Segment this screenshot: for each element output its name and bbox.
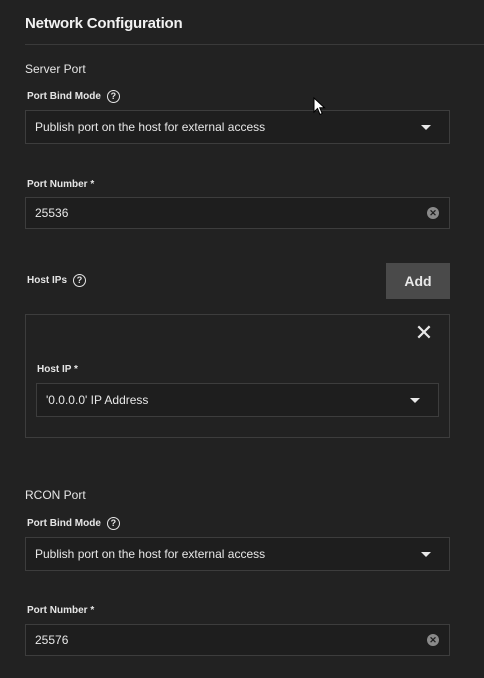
bind-mode-label-text: Port Bind Mode	[27, 518, 101, 529]
server-port-bind-mode-select[interactable]: Publish port on the host for external ac…	[25, 110, 450, 144]
host-ip-select[interactable]: '0.0.0.0' IP Address	[36, 383, 439, 417]
title-divider	[25, 44, 484, 45]
clear-icon[interactable]: ✕	[427, 634, 439, 646]
clear-icon[interactable]: ✕	[427, 207, 439, 219]
server-port-bind-mode-label: Port Bind Mode ?	[27, 90, 120, 103]
port-number-value: 25576	[35, 633, 69, 647]
bind-mode-selected-value: Publish port on the host for external ac…	[35, 547, 266, 561]
host-ip-selected-value: '0.0.0.0' IP Address	[46, 393, 149, 407]
chevron-down-icon	[410, 398, 420, 403]
port-number-value: 25536	[35, 206, 69, 220]
help-icon[interactable]: ?	[106, 517, 120, 530]
rcon-port-number-input[interactable]: 25576 ✕	[25, 624, 450, 656]
server-port-number-label: Port Number *	[27, 179, 95, 190]
rcon-port-number-label: Port Number *	[27, 605, 95, 616]
help-icon[interactable]: ?	[106, 90, 120, 103]
rcon-port-section-label: RCON Port	[25, 488, 86, 502]
help-icon[interactable]: ?	[73, 274, 87, 287]
close-icon[interactable]: ✕	[414, 322, 434, 344]
server-port-number-input[interactable]: 25536 ✕	[25, 197, 450, 229]
server-port-section-label: Server Port	[25, 62, 86, 76]
add-host-ip-button[interactable]: Add	[386, 263, 450, 299]
bind-mode-selected-value: Publish port on the host for external ac…	[35, 120, 266, 134]
rcon-port-bind-mode-select[interactable]: Publish port on the host for external ac…	[25, 537, 450, 571]
mouse-pointer-icon	[313, 97, 326, 116]
chevron-down-icon	[421, 125, 431, 130]
page-title: Network Configuration	[25, 15, 183, 32]
host-ips-label-text: Host IPs	[27, 275, 68, 286]
chevron-down-icon	[421, 552, 431, 557]
host-ip-label: Host IP *	[37, 364, 78, 375]
host-ips-label: Host IPs ?	[27, 274, 87, 287]
bind-mode-label-text: Port Bind Mode	[27, 91, 101, 102]
rcon-port-bind-mode-label: Port Bind Mode ?	[27, 517, 120, 530]
host-ip-card	[25, 314, 450, 438]
